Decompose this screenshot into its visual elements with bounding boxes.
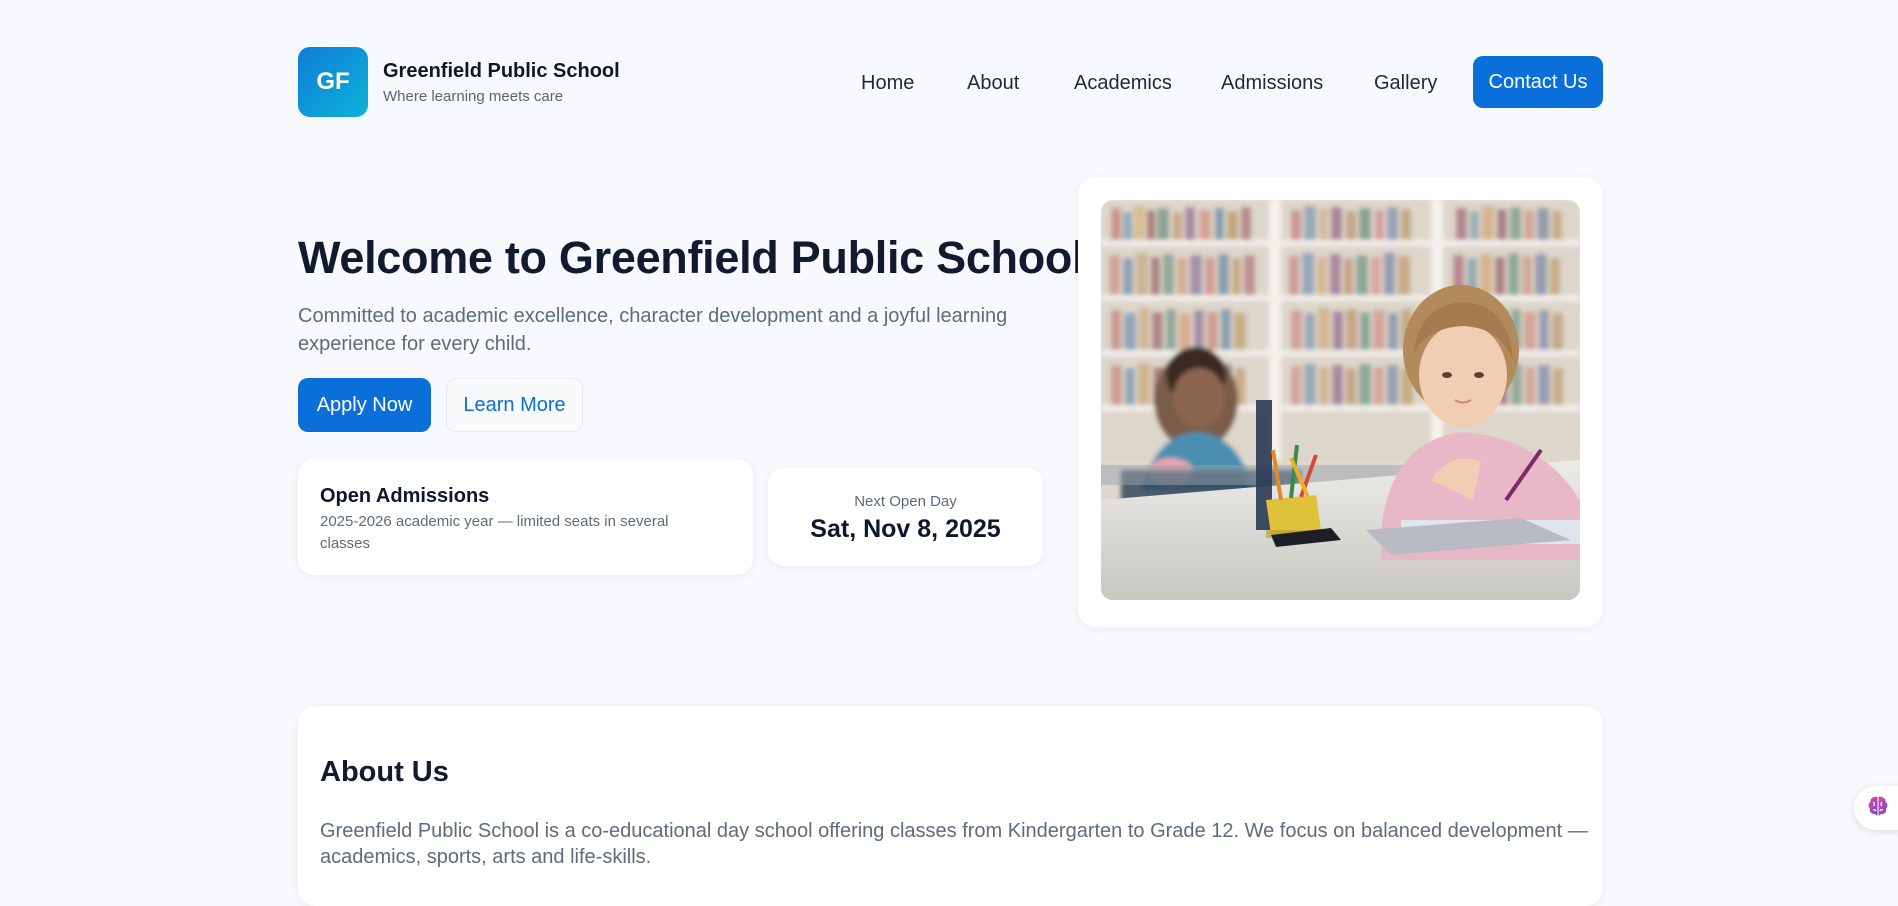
about-text: Greenfield Public School is a co-educati… [320, 820, 1588, 868]
brand-logo[interactable]: GF [298, 47, 368, 117]
classroom-photo [1101, 200, 1580, 600]
admissions-title: Open Admissions [320, 485, 490, 507]
brain-icon [1865, 793, 1891, 824]
open-day-date: Sat, Nov 8, 2025 [810, 515, 1001, 543]
hero-image-card [1078, 177, 1603, 627]
about-section: About Us Greenfield Public School is a c… [298, 706, 1603, 906]
admissions-card: Open Admissions 2025-2026 academic year … [298, 459, 753, 575]
nav-link-about[interactable]: About [967, 72, 1019, 95]
hero-subtitle: Committed to academic excellence, charac… [298, 305, 1008, 355]
open-day-label: Next Open Day [854, 493, 957, 510]
about-title: About Us [320, 756, 449, 788]
nav-link-home[interactable]: Home [861, 72, 914, 95]
brand-tagline: Where learning meets care [383, 88, 564, 105]
hero-title: Welcome to Greenfield Public School [298, 232, 1085, 283]
assistant-widget-button[interactable] [1854, 786, 1898, 830]
apply-now-button[interactable]: Apply Now [298, 378, 431, 432]
contact-us-button[interactable]: Contact Us [1473, 56, 1603, 108]
learn-more-button[interactable]: Learn More [446, 378, 583, 432]
nav-link-academics[interactable]: Academics [1074, 72, 1172, 95]
admissions-description: 2025-2026 academic year — limited seats … [320, 513, 669, 552]
nav-link-admissions[interactable]: Admissions [1221, 72, 1323, 95]
open-day-card: Next Open Day Sat, Nov 8, 2025 [768, 468, 1043, 566]
brand-name[interactable]: Greenfield Public School [383, 60, 620, 83]
nav-link-gallery[interactable]: Gallery [1374, 72, 1437, 95]
